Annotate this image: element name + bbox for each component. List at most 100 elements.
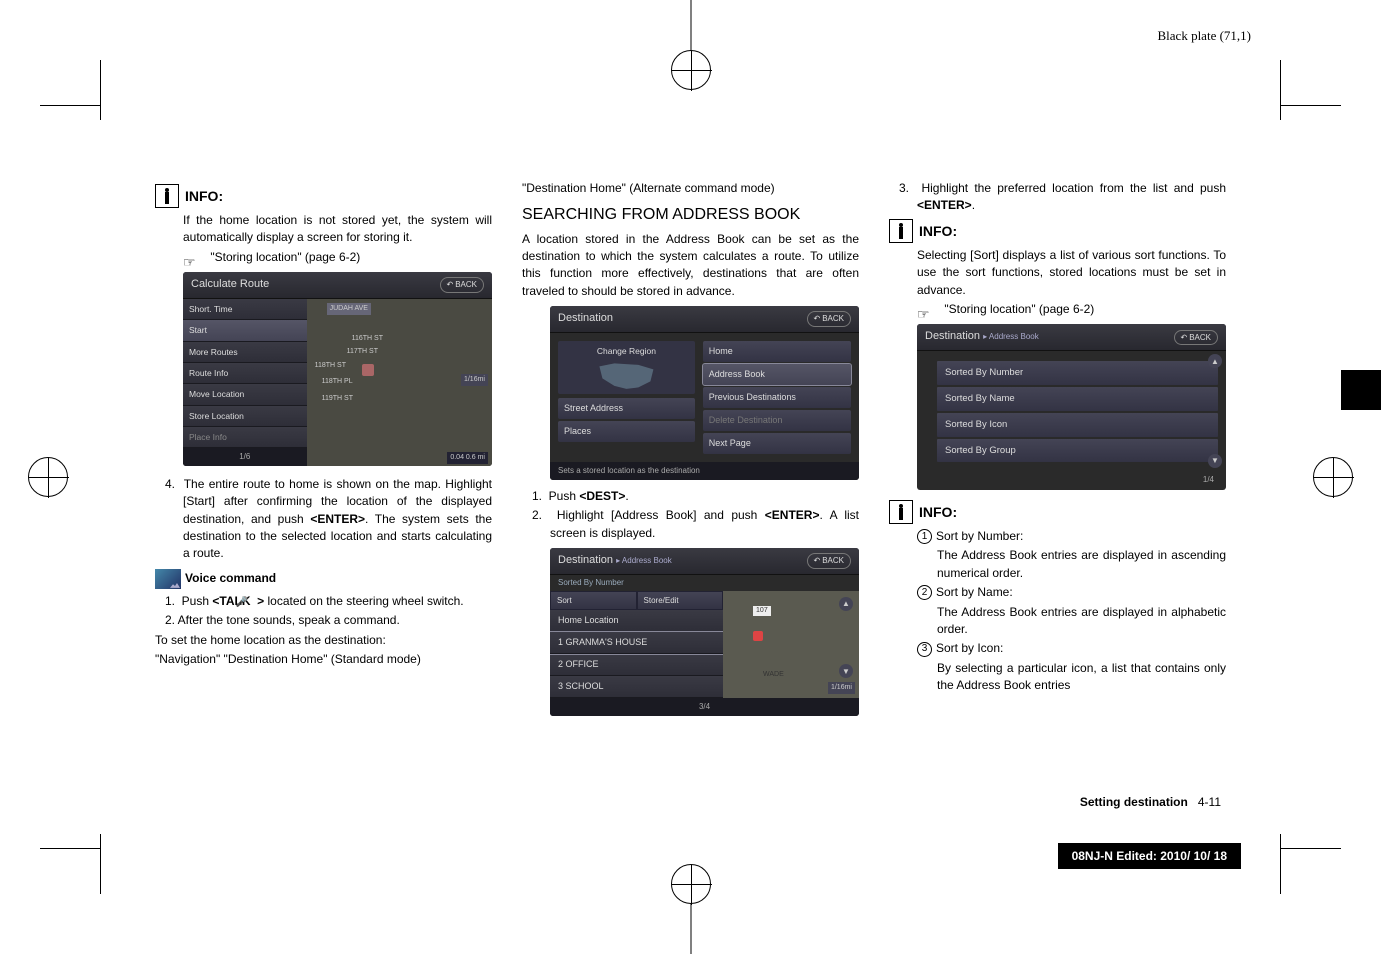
scroll-down-icon: ▼ [839, 664, 853, 678]
sort-option: Sorted By Number [937, 361, 1218, 385]
ss-title: Destination ▸ Address Book [558, 553, 672, 569]
route-menu: Short. Time Start More Routes Route Info… [183, 299, 307, 466]
voice-instruction: To set the home location as the destinat… [155, 632, 492, 649]
crop-mark [1280, 60, 1281, 120]
sort-option-2: 2Sort by Name: [917, 584, 1226, 601]
screenshot-address-book-list: Destination ▸ Address Book ↶ BACK Sorted… [550, 548, 859, 716]
menu-item: Store Location [183, 406, 307, 427]
menu-item: Place Info [183, 427, 307, 448]
info-label: INFO: [919, 221, 957, 241]
sort-desc-3: By selecting a particular icon, a list t… [917, 660, 1226, 695]
info-text: Selecting [Sort] displays a list of vari… [889, 247, 1226, 299]
voice-step-2: 2. After the tone sounds, speak a comman… [155, 612, 492, 629]
menu-footer: 1/6 [183, 448, 307, 466]
info-icon [889, 500, 913, 524]
voice-command-text: "Navigation" "Destination Home" (Standar… [155, 651, 492, 668]
menu-item: Start [183, 320, 307, 341]
sort-list: 1Sort by Number: The Address Book entrie… [889, 528, 1226, 695]
info-callout: INFO: [889, 219, 1226, 243]
sort-option: Sorted By Name [937, 387, 1218, 411]
street-address-button: Street Address [558, 398, 695, 419]
sort-desc-1: The Address Book entries are displayed i… [917, 547, 1226, 582]
info-icon [155, 184, 179, 208]
page-footer: Setting destination 4-11 [1080, 795, 1221, 809]
list-item: 2 OFFICE [550, 654, 723, 676]
marker-icon [753, 631, 763, 641]
previous-dest-button: Previous Destinations [703, 387, 851, 408]
plate-label: Black plate (71,1) [1158, 28, 1252, 44]
ss-title: Destination [558, 311, 613, 327]
scroll-up-icon: ▲ [839, 597, 853, 611]
scroll-up-icon: ▲ [1208, 354, 1222, 368]
sort-desc-2: The Address Book entries are displayed i… [917, 604, 1226, 639]
ss-title: Calculate Route [191, 277, 269, 293]
circled-3-icon: 3 [917, 642, 932, 657]
step-4: 4. The entire route to home is shown on … [155, 476, 492, 563]
registration-mark [671, 50, 711, 90]
registration-mark [671, 864, 711, 904]
registration-mark [1313, 457, 1353, 497]
places-button: Places [558, 421, 695, 442]
crop-mark [100, 834, 101, 894]
us-map-icon [596, 360, 656, 390]
crop-mark [100, 60, 101, 120]
column-3: 3. Highlight the preferred location from… [889, 180, 1226, 726]
address-book-button: Address Book [703, 364, 851, 385]
store-edit-button: Store/Edit [638, 592, 723, 610]
next-page-button: Next Page [703, 433, 851, 454]
back-button: ↶ BACK [1174, 330, 1219, 346]
sort-button: Sort [551, 592, 636, 610]
reference-link: "Storing location" (page 6-2) [889, 301, 1226, 318]
sort-label: Sorted By Number [550, 575, 859, 591]
registration-mark [28, 457, 68, 497]
menu-item: Move Location [183, 384, 307, 405]
back-button: ↶ BACK [440, 277, 485, 293]
list-item: Home Location [550, 610, 723, 632]
info-callout: INFO: [889, 500, 1226, 524]
menu-item: More Routes [183, 342, 307, 363]
sort-option-1: 1Sort by Number: [917, 528, 1226, 545]
edit-label: 08NJ-N Edited: 2010/ 10/ 18 [1058, 843, 1241, 869]
map-preview: JUDAH AVE 116TH ST 117TH ST 118TH ST 118… [307, 299, 492, 466]
crop-mark [1280, 834, 1281, 894]
back-button: ↶ BACK [807, 553, 852, 569]
sort-option: Sorted By Icon [937, 413, 1218, 437]
voice-icon [155, 569, 181, 589]
scroll-down-icon: ▼ [1208, 454, 1222, 468]
list-item: 1 GRANMA'S HOUSE [550, 632, 723, 654]
info-label: INFO: [919, 502, 957, 522]
ss-title: Destination ▸ Address Book [925, 329, 1039, 345]
destination-flag-icon [362, 364, 374, 376]
ss-help-text: Sets a stored location as the destinatio… [550, 462, 859, 480]
ss-page-indicator: 3/4 [550, 698, 859, 716]
ss-page-indicator: 1/4 [917, 474, 1226, 490]
alt-command: "Destination Home" (Alternate command mo… [522, 180, 859, 197]
menu-item: Short. Time [183, 299, 307, 320]
section-desc: A location stored in the Address Book ca… [522, 231, 859, 301]
info-text: If the home location is not stored yet, … [155, 212, 492, 247]
voice-step-1: 1. Push <TALK 🎤 > located on the steerin… [155, 593, 492, 611]
crop-mark [1281, 105, 1341, 106]
crop-mark [40, 105, 100, 106]
step-2: 2. Highlight [Address Book] and push <EN… [522, 507, 859, 542]
column-1: INFO: If the home location is not stored… [155, 180, 492, 726]
map-preview: ▲ ▼ 107 WADE 1/16mi [723, 591, 859, 699]
info-icon [889, 219, 913, 243]
pointer-icon [183, 252, 205, 264]
column-2: "Destination Home" (Alternate command mo… [522, 180, 859, 726]
step-1: 1. Push <DEST>. [522, 488, 859, 505]
sort-option: Sorted By Group [937, 439, 1218, 463]
voice-command-heading: Voice command [155, 569, 492, 589]
screenshot-sort-options: Destination ▸ Address Book ↶ BACK Sorted… [917, 324, 1226, 490]
section-heading: SEARCHING FROM ADDRESS BOOK [522, 203, 859, 226]
circled-2-icon: 2 [917, 585, 932, 600]
info-callout: INFO: [155, 184, 492, 208]
menu-item: Route Info [183, 363, 307, 384]
back-button: ↶ BACK [807, 311, 852, 327]
step-3: 3. Highlight the preferred location from… [889, 180, 1226, 215]
section-tab [1341, 370, 1381, 410]
screenshot-destination: Destination ↶ BACK Change Region Street … [550, 306, 859, 480]
circled-1-icon: 1 [917, 529, 932, 544]
crop-mark [1281, 848, 1341, 849]
home-button: Home [703, 341, 851, 362]
